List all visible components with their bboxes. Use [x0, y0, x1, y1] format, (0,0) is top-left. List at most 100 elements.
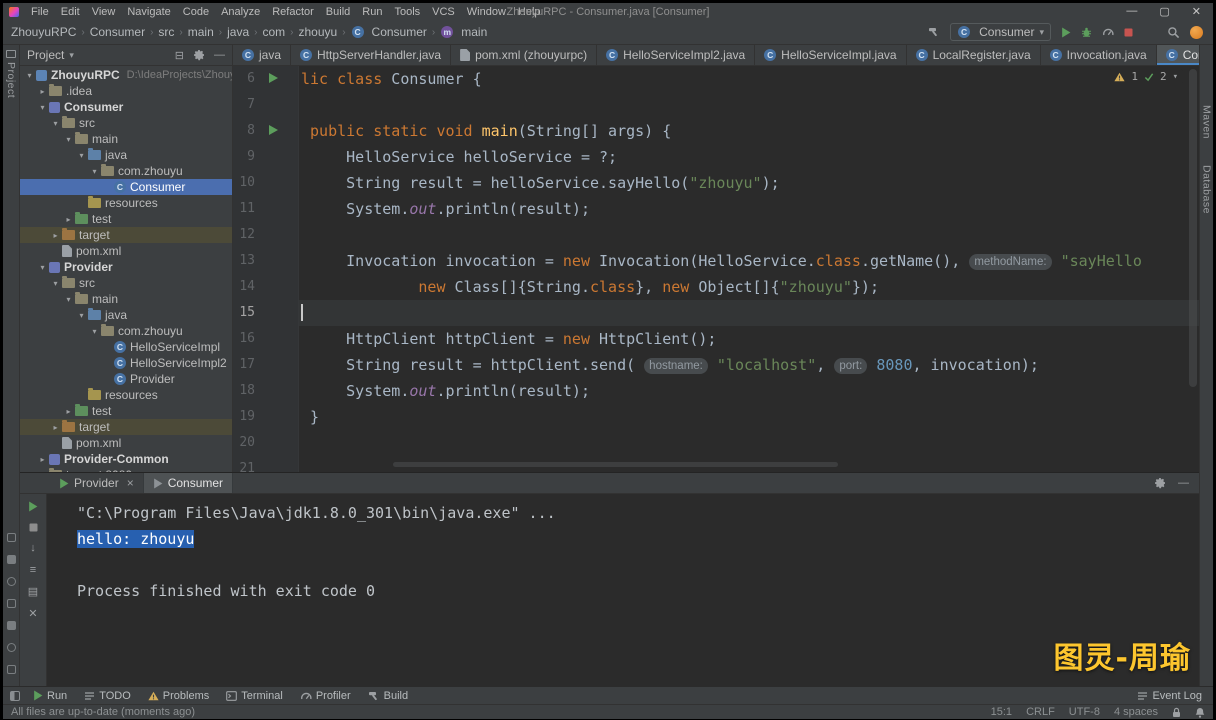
- rerun-icon[interactable]: [28, 501, 38, 512]
- code-line-20[interactable]: 20: [233, 430, 1199, 456]
- tree-item-target[interactable]: ▸ target: [20, 419, 232, 435]
- hide-panel-icon[interactable]: —: [1178, 477, 1189, 489]
- chevron-down-icon[interactable]: ▾: [69, 50, 74, 61]
- tree-item-provider-common[interactable]: ▸ Provider-Common: [20, 451, 232, 467]
- status-15-1[interactable]: 15:1: [991, 706, 1012, 718]
- tool-stripe-icon[interactable]: [6, 621, 16, 630]
- tool-stripe-icon[interactable]: [6, 533, 16, 542]
- code-line-18[interactable]: 18 System.out.println(result);: [233, 378, 1199, 404]
- code-line-11[interactable]: 11 System.out.println(result);: [233, 196, 1199, 222]
- toolwindow-problems[interactable]: Problems: [148, 690, 209, 702]
- clear-icon[interactable]: ✕: [28, 609, 37, 620]
- code-line-6[interactable]: 6 lic class Consumer {: [233, 66, 1199, 92]
- status-4-spaces[interactable]: 4 spaces: [1114, 706, 1158, 718]
- toolwindow-todo[interactable]: TODO: [84, 690, 131, 702]
- project-panel-title[interactable]: Project: [27, 48, 64, 62]
- tool-stripe-icon[interactable]: [6, 665, 16, 674]
- editor-horizontal-scrollbar[interactable]: [393, 462, 838, 467]
- hide-panel-icon[interactable]: —: [214, 49, 225, 61]
- console-line[interactable]: hello: zhouyu: [77, 526, 1199, 552]
- tree-item-java[interactable]: ▾ java: [20, 307, 232, 323]
- tree-item-com-zhouyu[interactable]: ▾ com.zhouyu: [20, 323, 232, 339]
- breadcrumb-item-src[interactable]: src: [156, 25, 176, 39]
- code-line-10[interactable]: 10 String result = helloService.sayHello…: [233, 170, 1199, 196]
- menu-run[interactable]: Run: [356, 6, 388, 18]
- run-tab-provider[interactable]: Provider ×: [50, 473, 144, 493]
- breadcrumb-item-main[interactable]: m main: [438, 25, 489, 39]
- collapse-arrow-icon[interactable]: ▾: [89, 167, 100, 176]
- breadcrumb-item-main[interactable]: main: [186, 25, 216, 39]
- tree-item-src[interactable]: ▾ src: [20, 275, 232, 291]
- toolwindow-switcher-icon[interactable]: [10, 690, 20, 701]
- menu-vcs[interactable]: VCS: [426, 6, 461, 18]
- tree-item-main[interactable]: ▾ main: [20, 291, 232, 307]
- profiler-icon[interactable]: [1102, 26, 1114, 38]
- collapse-arrow-icon[interactable]: ▾: [63, 135, 74, 144]
- code-line-12[interactable]: 12: [233, 222, 1199, 248]
- run-tab-consumer[interactable]: Consumer: [143, 473, 234, 493]
- code-line-13[interactable]: 13 Invocation invocation = new Invocatio…: [233, 248, 1199, 274]
- toolwindow-event-log[interactable]: Event Log: [1137, 690, 1202, 702]
- menu-edit[interactable]: Edit: [55, 6, 86, 18]
- menu-code[interactable]: Code: [177, 6, 215, 18]
- collapse-arrow-icon[interactable]: ▾: [50, 279, 61, 288]
- toolwindow-terminal[interactable]: Terminal: [226, 690, 283, 702]
- run-gutter-icon[interactable]: [269, 125, 278, 135]
- breadcrumb-item-zhouyurpc[interactable]: ZhouyuRPC: [9, 25, 78, 39]
- expand-arrow-icon[interactable]: ▸: [37, 455, 48, 464]
- tree-item-consumer[interactable]: ▾ Consumer: [20, 99, 232, 115]
- editor[interactable]: 6 lic class Consumer {7 8 public static vo…: [233, 66, 1199, 472]
- run-gutter-icon[interactable]: [269, 73, 278, 83]
- collapse-arrow-icon[interactable]: ▾: [24, 71, 35, 80]
- status-utf-8[interactable]: UTF-8: [1069, 706, 1100, 718]
- tree-item-java[interactable]: ▾ java: [20, 147, 232, 163]
- close-icon[interactable]: ✕: [1192, 5, 1201, 18]
- console-line[interactable]: Process finished with exit code 0: [77, 578, 1199, 604]
- tree-item-com-zhouyu[interactable]: ▾ com.zhouyu: [20, 163, 232, 179]
- collapse-arrow-icon[interactable]: ▾: [37, 263, 48, 272]
- editor-tab-httpserverhandler-java[interactable]: C HttpServerHandler.java: [291, 45, 452, 65]
- maximize-icon[interactable]: ▢: [1159, 5, 1169, 18]
- collapse-arrow-icon[interactable]: ▾: [76, 151, 87, 160]
- menu-file[interactable]: File: [25, 6, 55, 18]
- menu-navigate[interactable]: Navigate: [121, 6, 176, 18]
- run-play-icon[interactable]: [1061, 27, 1071, 38]
- user-avatar[interactable]: [1190, 25, 1203, 39]
- tree-item-src[interactable]: ▾ src: [20, 115, 232, 131]
- tree-item-main[interactable]: ▾ main: [20, 131, 232, 147]
- menu-view[interactable]: View: [86, 6, 122, 18]
- search-everywhere-icon[interactable]: [1167, 26, 1180, 39]
- stop-icon[interactable]: [29, 523, 38, 532]
- tree-item-provider[interactable]: ▾ Provider: [20, 259, 232, 275]
- project-toolwindow-icon[interactable]: [6, 50, 16, 58]
- editor-tab-consumer-java[interactable]: CConsumer.java: [1156, 45, 1199, 65]
- expand-arrow-icon[interactable]: ▸: [50, 423, 61, 432]
- code-line-9[interactable]: 9 HelloService helloService = ?;: [233, 144, 1199, 170]
- tree-item-pom-xml[interactable]: pom.xml: [20, 435, 232, 451]
- run-configuration-select[interactable]: C Consumer ▾: [950, 23, 1051, 41]
- gear-icon[interactable]: [193, 49, 205, 61]
- editor-tab-java[interactable]: Cjava: [233, 45, 292, 65]
- editor-tab-localregister-java[interactable]: C LocalRegister.java: [907, 45, 1041, 65]
- tool-stripe-icon[interactable]: [6, 577, 16, 586]
- code-line-8[interactable]: 8 public static void main(String[] args)…: [233, 118, 1199, 144]
- collapse-arrow-icon[interactable]: ▾: [76, 311, 87, 320]
- menu-refactor[interactable]: Refactor: [266, 6, 320, 18]
- chevron-down-icon[interactable]: ▾: [1173, 72, 1178, 82]
- tree-item-helloserviceimpl2[interactable]: C HelloServiceImpl2: [20, 355, 232, 371]
- expand-arrow-icon[interactable]: ▸: [50, 231, 61, 240]
- minimize-icon[interactable]: —: [1126, 5, 1137, 18]
- breadcrumb-item-consumer[interactable]: Consumer: [88, 25, 147, 39]
- expand-arrow-icon[interactable]: ▸: [63, 215, 74, 224]
- scroll-down-icon[interactable]: ↓: [30, 543, 36, 554]
- collapse-arrow-icon[interactable]: ▾: [89, 327, 100, 336]
- code-line-14[interactable]: 14 new Class[]{String.class}, new Object…: [233, 274, 1199, 300]
- tree-item-test[interactable]: ▸ test: [20, 211, 232, 227]
- collapse-arrow-icon[interactable]: ▾: [50, 119, 61, 128]
- expand-arrow-icon[interactable]: ▸: [37, 87, 48, 96]
- menu-tools[interactable]: Tools: [388, 6, 426, 18]
- code-line-17[interactable]: 17 String result = httpClient.send( host…: [233, 352, 1199, 378]
- code-line-19[interactable]: 19 }: [233, 404, 1199, 430]
- tree-item-consumer[interactable]: C Consumer: [20, 179, 232, 195]
- debug-bug-icon[interactable]: [1081, 27, 1092, 38]
